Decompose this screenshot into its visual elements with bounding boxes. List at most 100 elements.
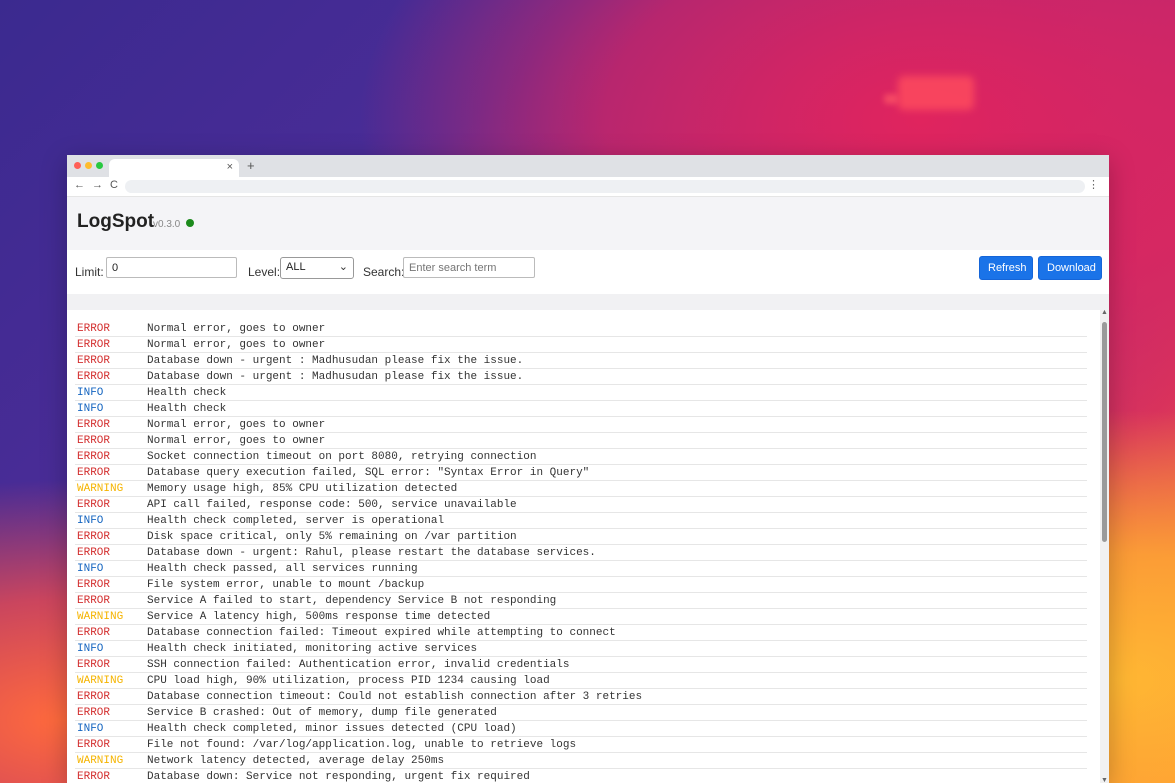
- log-row: INFO Health check: [75, 401, 1087, 417]
- search-label: Search:: [363, 265, 405, 279]
- log-message: Network latency detected, average delay …: [147, 754, 445, 767]
- forward-arrow-icon[interactable]: →: [92, 179, 103, 191]
- log-message: Database down - urgent: Rahul, please re…: [147, 546, 596, 559]
- level-select[interactable]: ALL ⌄: [280, 257, 354, 279]
- log-row: ERROR Normal error, goes to owner: [75, 321, 1087, 337]
- log-row: ERROR Database down - urgent : Madhusudan…: [75, 353, 1087, 369]
- log-message: Normal error, goes to owner: [147, 338, 326, 351]
- log-row: INFO Health check completed, minor issues…: [75, 721, 1087, 737]
- browser-toolbar: ← → C ⋮: [67, 177, 1109, 197]
- log-message: Database down: Service not responding, u…: [147, 770, 530, 783]
- log-message: File system error, unable to mount /back…: [147, 578, 425, 591]
- log-level: INFO: [77, 402, 104, 415]
- log-level: ERROR: [77, 690, 111, 703]
- log-level: ERROR: [77, 530, 111, 543]
- log-row: INFO Health check passed, all services ru…: [75, 561, 1087, 577]
- log-level: ERROR: [77, 354, 111, 367]
- limit-label: Limit:: [75, 265, 104, 279]
- log-level: WARNING: [77, 482, 124, 495]
- log-row: ERROR Database connection timeout: Could …: [75, 689, 1087, 705]
- download-button[interactable]: Download: [1038, 256, 1102, 280]
- log-message: Service A latency high, 500ms response t…: [147, 610, 491, 623]
- log-row: ERROR Socket connection timeout on port 8…: [75, 449, 1087, 465]
- log-message: Service B crashed: Out of memory, dump f…: [147, 706, 497, 719]
- browser-tab[interactable]: ×: [109, 159, 239, 177]
- log-row: WARNING Service A latency high, 500ms res…: [75, 609, 1087, 625]
- background-blur-shape: [898, 76, 974, 110]
- log-row: ERROR SSH connection failed: Authenticati…: [75, 657, 1087, 673]
- log-level: ERROR: [77, 578, 111, 591]
- scroll-down-icon[interactable]: ▼: [1101, 777, 1108, 783]
- log-row: ERROR Database query execution failed, SQ…: [75, 465, 1087, 481]
- reload-icon[interactable]: C: [110, 179, 118, 191]
- log-level: ERROR: [77, 738, 111, 751]
- log-row: WARNING CPU load high, 90% utilization, p…: [75, 673, 1087, 689]
- log-message: File not found: /var/log/application.log…: [147, 738, 577, 751]
- search-input[interactable]: [403, 257, 535, 278]
- minimize-window-dot[interactable]: [85, 162, 92, 169]
- log-message: Disk space critical, only 5% remaining o…: [147, 530, 517, 543]
- scroll-thumb[interactable]: [1102, 322, 1107, 542]
- log-viewer[interactable]: ERROR Normal error, goes to owner ERROR Nor…: [67, 310, 1109, 783]
- log-level: ERROR: [77, 418, 111, 431]
- log-level: ERROR: [77, 770, 111, 783]
- log-level: ERROR: [77, 594, 111, 607]
- browser-window: × + ← → C ⋮ LogSpot v0.3.0 Limit: Level:…: [67, 155, 1109, 783]
- log-row: ERROR Disk space critical, only 5% remain…: [75, 529, 1087, 545]
- log-level: ERROR: [77, 658, 111, 671]
- log-message: Database down - urgent : Madhusudan plea…: [147, 354, 524, 367]
- browser-menu-icon[interactable]: ⋮: [1088, 178, 1099, 191]
- scroll-up-icon[interactable]: ▲: [1101, 310, 1108, 316]
- log-row: ERROR Service A failed to start, dependen…: [75, 593, 1087, 609]
- log-level: INFO: [77, 722, 104, 735]
- browser-tab-bar: × +: [67, 155, 1109, 177]
- log-level: ERROR: [77, 466, 111, 479]
- log-level: WARNING: [77, 610, 124, 623]
- log-level: ERROR: [77, 322, 111, 335]
- new-tab-icon[interactable]: +: [247, 158, 255, 173]
- log-level: ERROR: [77, 450, 111, 463]
- log-row: ERROR File system error, unable to mount …: [75, 577, 1087, 593]
- limit-input[interactable]: [106, 257, 237, 278]
- log-row: ERROR Database connection failed: Timeout…: [75, 625, 1087, 641]
- log-list: ERROR Normal error, goes to owner ERROR Nor…: [75, 321, 1087, 783]
- close-window-dot[interactable]: [74, 162, 81, 169]
- tab-close-icon[interactable]: ×: [227, 161, 233, 173]
- log-level: ERROR: [77, 498, 111, 511]
- log-message: Health check completed, minor issues det…: [147, 722, 517, 735]
- log-row: ERROR File not found: /var/log/applicatio…: [75, 737, 1087, 753]
- log-scrollbar[interactable]: ▲ ▼: [1100, 310, 1109, 783]
- log-message: Service A failed to start, dependency Se…: [147, 594, 557, 607]
- log-row: WARNING Memory usage high, 85% CPU utiliz…: [75, 481, 1087, 497]
- level-label: Level:: [248, 265, 281, 279]
- log-message: Normal error, goes to owner: [147, 322, 326, 335]
- log-message: Database connection timeout: Could not e…: [147, 690, 643, 703]
- log-level: INFO: [77, 514, 104, 527]
- refresh-button[interactable]: Refresh: [979, 256, 1033, 280]
- log-message: Health check: [147, 386, 227, 399]
- log-message: Memory usage high, 85% CPU utilization d…: [147, 482, 458, 495]
- controls-divider: [67, 294, 1109, 310]
- log-message: Normal error, goes to owner: [147, 418, 326, 431]
- log-message: Database query execution failed, SQL err…: [147, 466, 590, 479]
- background-blur-dot: [884, 94, 898, 104]
- log-level: ERROR: [77, 338, 111, 351]
- log-row: INFO Health check initiated, monitoring a…: [75, 641, 1087, 657]
- log-message: Health check passed, all services runnin…: [147, 562, 418, 575]
- log-row: ERROR Database down - urgent : Madhusudan…: [75, 369, 1087, 385]
- log-message: Database connection failed: Timeout expi…: [147, 626, 616, 639]
- window-controls: [74, 162, 103, 169]
- log-level: WARNING: [77, 674, 124, 687]
- filter-controls: Limit: Level: ALL ⌄ Search: Refresh Down…: [67, 250, 1109, 294]
- log-message: Health check initiated, monitoring activ…: [147, 642, 478, 655]
- log-row: ERROR Normal error, goes to owner: [75, 433, 1087, 449]
- log-message: Socket connection timeout on port 8080, …: [147, 450, 537, 463]
- address-bar[interactable]: [125, 180, 1085, 193]
- log-level: INFO: [77, 386, 104, 399]
- back-arrow-icon[interactable]: ←: [74, 179, 85, 191]
- log-row: WARNING Network latency detected, average…: [75, 753, 1087, 769]
- app-version: v0.3.0: [153, 219, 181, 230]
- maximize-window-dot[interactable]: [96, 162, 103, 169]
- log-row: ERROR Database down: Service not respondi…: [75, 769, 1087, 783]
- log-row: INFO Health check: [75, 385, 1087, 401]
